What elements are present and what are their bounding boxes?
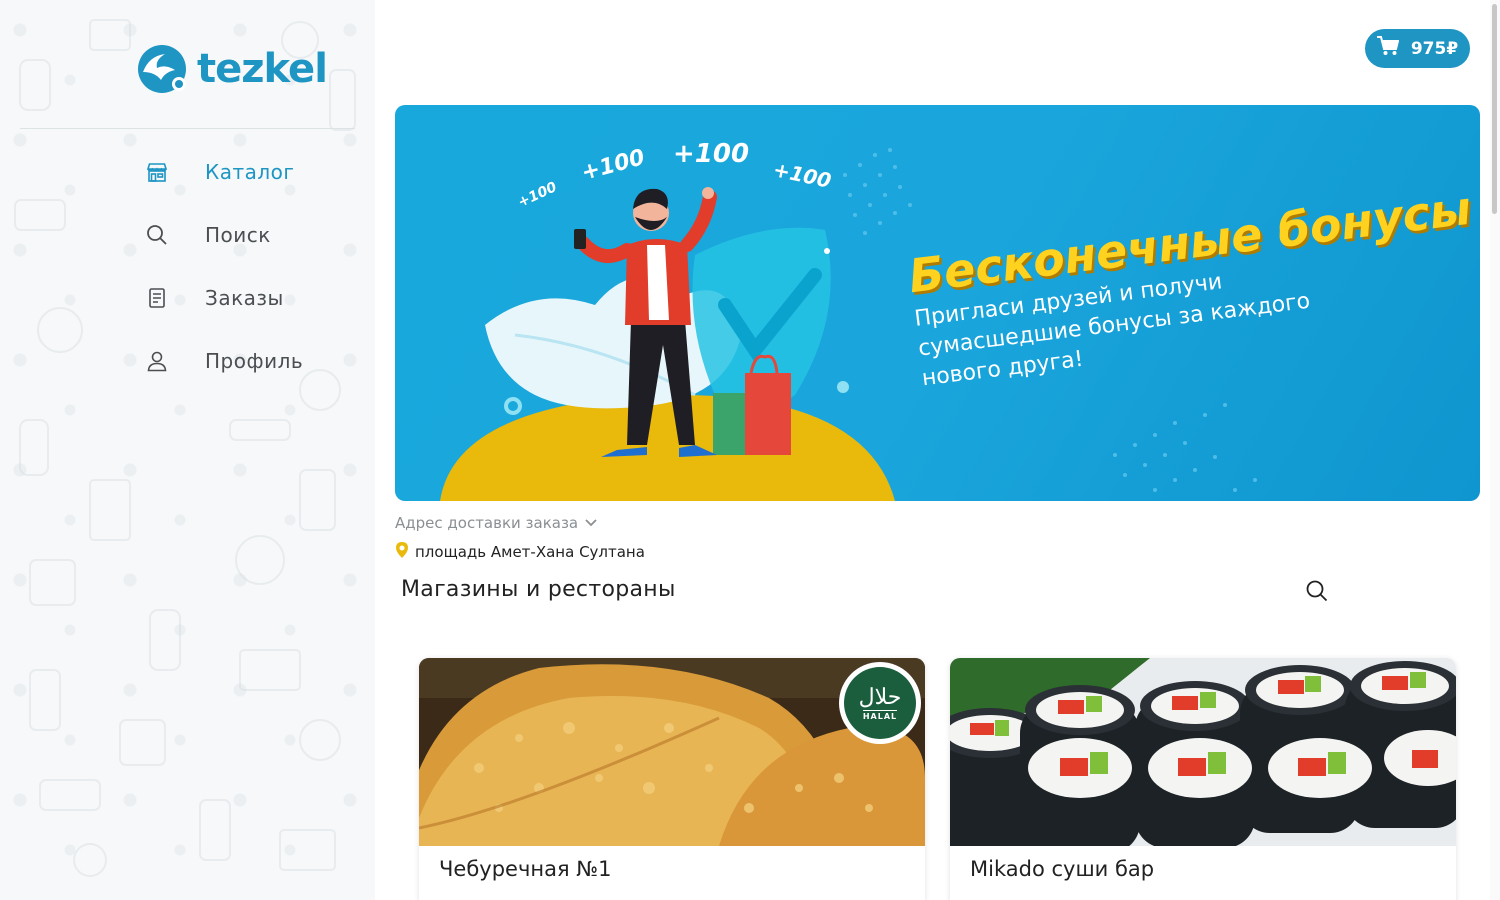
search-icon: [145, 223, 169, 247]
sidebar-item-search[interactable]: Поиск: [145, 203, 303, 266]
sidebar-item-label: Каталог: [205, 159, 295, 184]
store-card[interactable]: حلال HALAL Чебуречная №1: [419, 658, 925, 900]
logo[interactable]: tezkel: [135, 42, 328, 96]
cart-total: 975₽: [1410, 38, 1459, 59]
page-scrollbar[interactable]: [1490, 0, 1500, 900]
sidebar-item-orders[interactable]: Заказы: [145, 266, 303, 329]
search-icon: [1306, 580, 1328, 602]
store-card[interactable]: Mikado суши бар: [950, 658, 1456, 900]
sidebar-divider: [20, 128, 355, 129]
delivery-address[interactable]: площадь Амет-Хана Султана: [395, 541, 645, 563]
halal-badge-arabic: حلال: [858, 684, 902, 710]
location-pin-icon: [395, 541, 409, 563]
sidebar: tezkel Каталог Поиск Заказы Профиль: [0, 0, 375, 900]
sidebar-item-label: Профиль: [205, 348, 304, 373]
store-card-image: [950, 658, 1456, 846]
orders-icon: [145, 286, 169, 310]
delivery-address-label: Адрес доставки заказа: [395, 514, 579, 532]
cart-icon: [1376, 36, 1400, 61]
logo-mark-icon: [138, 45, 186, 93]
sidebar-item-profile[interactable]: Профиль: [145, 329, 303, 392]
promo-banner[interactable]: +100 +100 +100 +100 Бесконечные бонусы П…: [395, 105, 1480, 501]
bonus-tag: +100: [673, 139, 750, 169]
store-card-name: Mikado суши бар: [970, 857, 1155, 881]
halal-badge-text: HALAL: [862, 709, 898, 721]
store-card-name: Чебуречная №1: [439, 857, 612, 881]
sidebar-item-label: Заказы: [205, 285, 284, 310]
delivery-address-dropdown[interactable]: Адрес доставки заказа: [395, 514, 598, 532]
halal-badge: حلال HALAL: [839, 662, 921, 744]
delivery-address-value: площадь Амет-Хана Султана: [415, 543, 645, 561]
sidebar-nav: Каталог Поиск Заказы Профиль: [145, 140, 303, 392]
section-title: Магазины и рестораны: [401, 577, 676, 602]
search-button[interactable]: [1305, 579, 1329, 603]
logo-text: tezkel: [197, 46, 328, 92]
sidebar-item-label: Поиск: [205, 222, 271, 247]
store-icon: [145, 160, 169, 184]
user-icon: [145, 349, 169, 373]
scrollbar-thumb[interactable]: [1492, 4, 1497, 214]
chevron-down-icon: [584, 514, 598, 532]
background-doodles: [14, 19, 356, 877]
cart-button[interactable]: 975₽: [1365, 29, 1470, 68]
sidebar-item-catalog[interactable]: Каталог: [145, 140, 303, 203]
